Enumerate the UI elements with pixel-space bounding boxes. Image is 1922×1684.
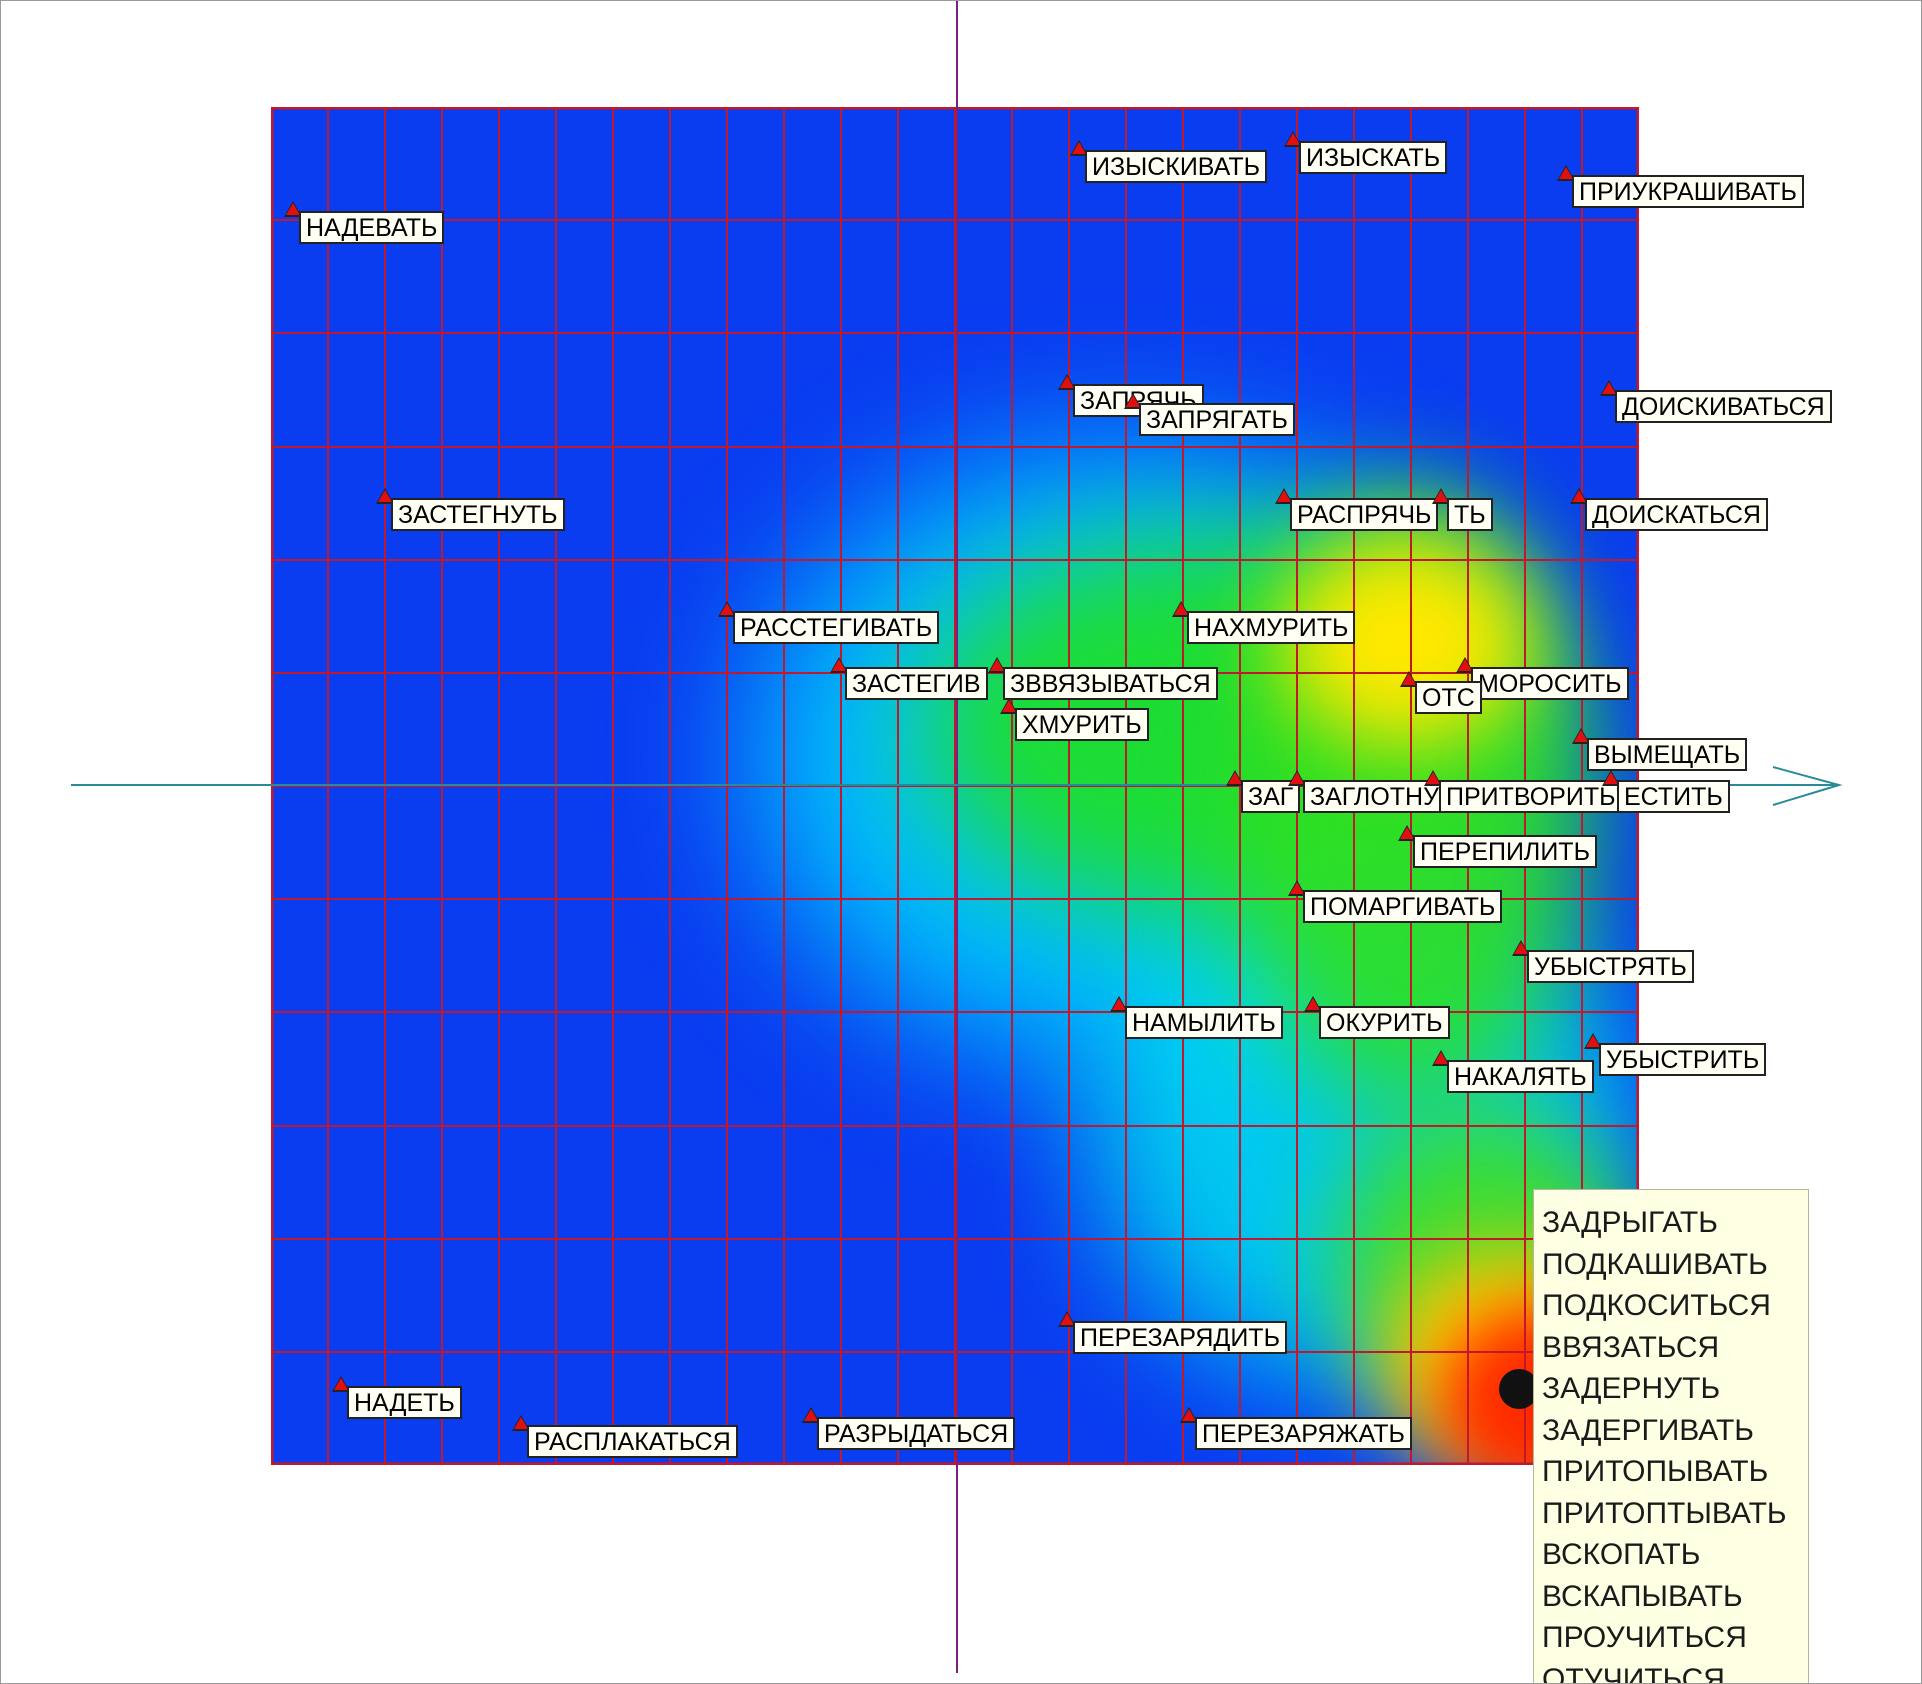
point-label: НАХМУРИТЬ [1187, 611, 1356, 644]
tooltip-item: ЗАДРЫГАТЬ [1542, 1206, 1718, 1239]
point-label: ЕСТИТЬ [1617, 780, 1730, 813]
tooltip-item: ПРИТОПЫВАТЬ [1542, 1455, 1769, 1488]
hover-tooltip: ЗАДРЫГАТЬ ПОДКАШИВАТЬ ПОДКОСИТЬСЯ ВВЯЗАТЬСЯ… [1533, 1189, 1809, 1684]
tooltip-item: ВСКАПЫВАТЬ [1542, 1579, 1743, 1613]
point-label: ПРИУКРАШИВАТЬ [1572, 175, 1804, 208]
tooltip-item: ПОДКОСИТЬСЯ [1542, 1289, 1771, 1322]
horizontal-axis-arrow-icon [1772, 766, 1843, 806]
point-label: ОКУРИТЬ [1319, 1006, 1450, 1039]
point-label: ДОИСКАТЬСЯ [1585, 498, 1768, 531]
point-label: ПОМАРГИВАТЬ [1303, 890, 1503, 923]
tooltip-item: ВСКОПАТЬ [1542, 1538, 1701, 1571]
point-label: ПЕРЕЗАРЯДИТЬ [1073, 1321, 1287, 1354]
point-label: ТЬ [1447, 498, 1493, 531]
tooltip-item: ЗАДЕРГИВАТЬ [1542, 1413, 1754, 1447]
point-label: ВЫМЕЩАТЬ [1587, 738, 1748, 771]
point-label: ИЗЫСКАТЬ [1299, 141, 1448, 174]
point-label: НАМЫЛИТЬ [1125, 1006, 1283, 1039]
point-label: ХМУРИТЬ [1015, 708, 1149, 741]
point-label: РАСПЛАКАТЬСЯ [527, 1425, 738, 1458]
point-label: ЗАПРЯГАТЬ [1139, 403, 1295, 436]
point-label: ПЕРЕЗАРЯЖАТЬ [1195, 1417, 1412, 1450]
point-label: ЗАСТЕГНУТЬ [391, 498, 565, 531]
tooltip-item: ОТУЧИТЬСЯ [1542, 1662, 1725, 1684]
point-label: ПЕРЕПИЛИТЬ [1413, 835, 1597, 868]
point-label: ОТС [1415, 681, 1482, 714]
point-label: ИЗЫСКИВАТЬ [1085, 150, 1268, 183]
point-label: ЗВВЯЗЫВАТЬСЯ [1003, 667, 1218, 700]
point-label: РАЗРЫДАТЬСЯ [817, 1417, 1016, 1450]
point-label: УБЫСТРИТЬ [1599, 1043, 1767, 1076]
point-label: МОРОСИТЬ [1471, 667, 1629, 700]
tooltip-item: ПОДКАШИВАТЬ [1542, 1247, 1768, 1281]
tooltip-item: ЗАДЕРНУТЬ [1542, 1372, 1721, 1405]
point-label: ЗАСТЕГИВ [845, 667, 988, 700]
point-label: НАДЕВАТЬ [299, 211, 445, 244]
map-viewport[interactable]: НАДЕВАТЬ ИЗЫСКИВАТЬ ИЗЫСКАТЬ ПРИУКРАШИВАТЬ З… [0, 0, 1922, 1684]
tooltip-item: ВВЯЗАТЬСЯ [1542, 1330, 1720, 1364]
point-label: НАДЕТЬ [347, 1386, 462, 1419]
tooltip-item: ПРОУЧИТЬСЯ [1542, 1621, 1747, 1654]
point-label: УБЫСТРЯТЬ [1527, 950, 1694, 983]
tooltip-item: ПРИТОПТЫВАТЬ [1542, 1496, 1787, 1530]
point-label: ПРИТВОРИТЬ [1439, 780, 1623, 813]
point-label: ДОИСКИВАТЬСЯ [1615, 390, 1832, 423]
point-label: РАСПРЯЧЬ [1290, 498, 1439, 531]
tooltip-word-list: ЗАДРЫГАТЬ ПОДКАШИВАТЬ ПОДКОСИТЬСЯ ВВЯЗАТЬСЯ… [1534, 1190, 1808, 1684]
point-label: НАКАЛЯТЬ [1447, 1060, 1594, 1093]
point-label: РАССТЕГИВАТЬ [733, 611, 940, 644]
